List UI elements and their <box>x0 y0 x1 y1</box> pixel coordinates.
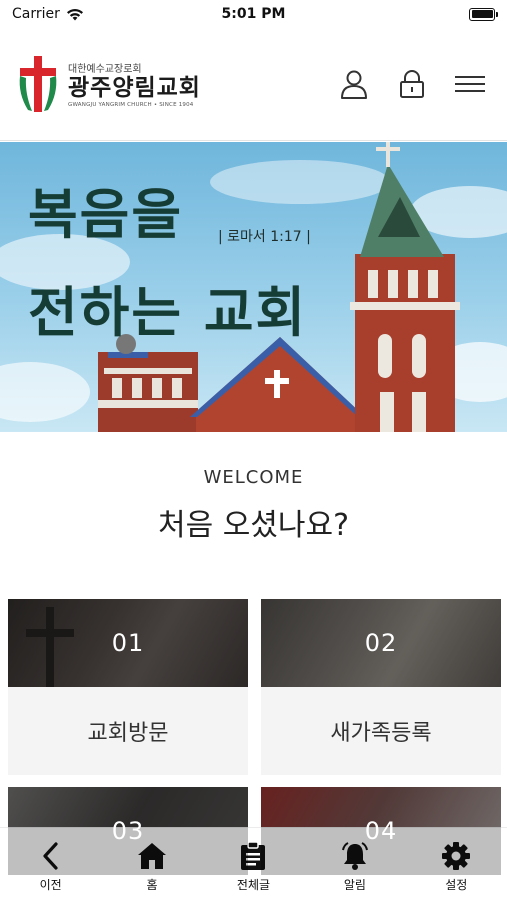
logo-name: 광주양림교회 <box>68 75 201 102</box>
battery-icon <box>469 7 498 21</box>
logo-text: 대한예수교장로회 광주양림교회 GWANGJU YANGRIM CHURCH •… <box>68 60 201 107</box>
menu-icon[interactable] <box>455 69 485 99</box>
card-4[interactable]: 04 <box>261 787 501 875</box>
card-3[interactable]: 03 <box>8 787 248 875</box>
lock-icon[interactable] <box>397 69 427 99</box>
tab-label: 설정 <box>445 878 468 892</box>
tab-label: 알림 <box>343 878 366 892</box>
card-label: 새가족등록 <box>261 687 501 775</box>
church-logo[interactable]: 대한예수교장로회 광주양림교회 GWANGJU YANGRIM CHURCH •… <box>16 54 201 114</box>
cross-icon <box>26 607 74 687</box>
header-actions <box>339 69 485 99</box>
hero-banner[interactable]: 복음을 | 로마서 1:17 | 전하는 교회 <box>0 142 507 432</box>
card-label: 교회방문 <box>8 687 248 775</box>
card-number: 01 <box>111 629 145 657</box>
welcome-title: 처음 오셨나요? <box>157 508 350 543</box>
card-new-family[interactable]: 02 새가족등록 <box>261 599 501 775</box>
card-number: 04 <box>364 817 398 845</box>
user-icon[interactable] <box>339 69 369 99</box>
card-image: 02 <box>261 599 501 687</box>
carrier-label: Carrier <box>12 6 60 22</box>
card-church-visit[interactable]: 01 교회방문 <box>8 599 248 775</box>
card-number: 02 <box>364 629 398 657</box>
wifi-icon <box>66 8 83 20</box>
status-left: Carrier <box>12 6 84 22</box>
card-image: 03 <box>8 787 248 875</box>
app-header: 대한예수교장로회 광주양림교회 GWANGJU YANGRIM CHURCH •… <box>0 28 507 141</box>
card-image: 01 <box>8 599 248 687</box>
card-number: 03 <box>111 817 145 845</box>
tab-label: 이전 <box>39 878 62 892</box>
hero-title-line1: 복음을 <box>28 183 184 246</box>
hero-title-line2: 전하는 교회 <box>28 281 308 344</box>
card-image: 04 <box>261 787 501 875</box>
cross-logo-icon <box>19 56 57 112</box>
status-bar: Carrier 5:01 PM <box>0 0 507 28</box>
hero-verse: | 로마서 1:17 | <box>218 229 311 245</box>
welcome-label: WELCOME <box>203 467 304 488</box>
tab-label: 홈 <box>146 878 158 892</box>
tab-label: 전체글 <box>236 878 271 892</box>
logo-denomination: 대한예수교장로회 <box>68 64 142 76</box>
logo-subtitle: GWANGJU YANGRIM CHURCH • SINCE 1904 <box>68 101 194 108</box>
